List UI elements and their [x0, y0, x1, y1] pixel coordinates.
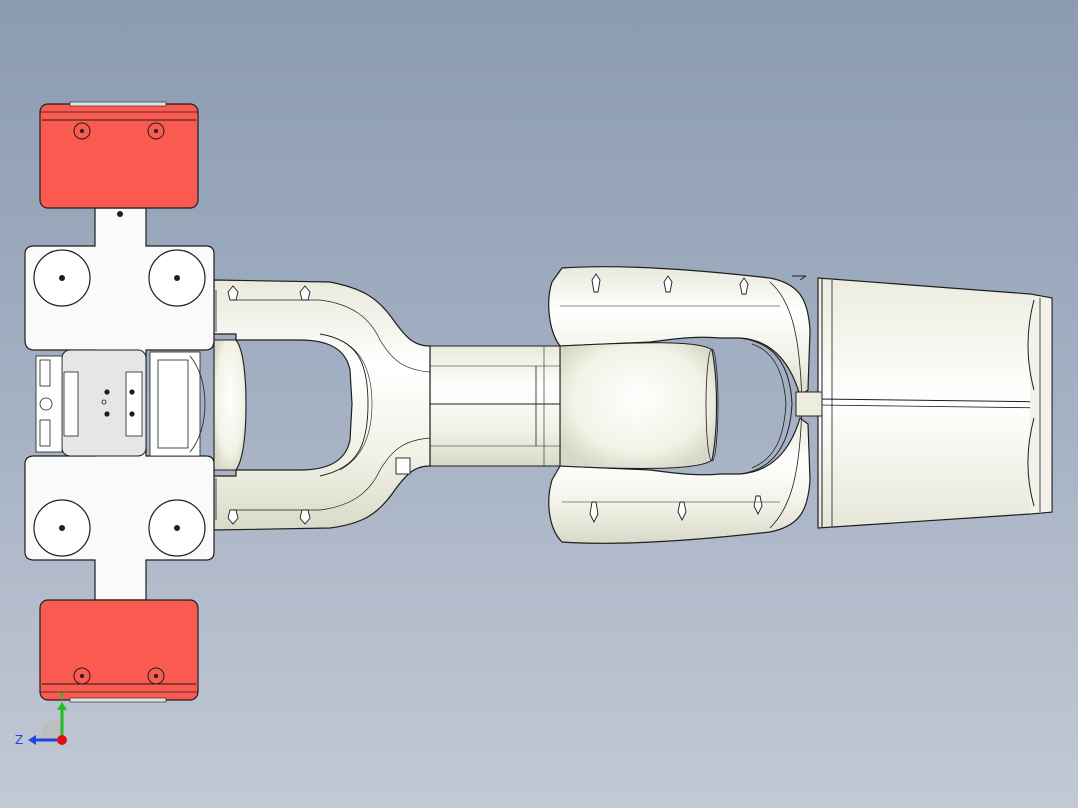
joint2-cylinder [559, 342, 719, 470]
robot-base [817, 277, 1053, 529]
z-axis-label: Z [15, 733, 23, 747]
y-axis-label: Y [57, 689, 66, 703]
upper-arm-link [429, 345, 561, 467]
cad-viewport[interactable]: Y Z [0, 0, 1078, 808]
gripper-jaw-bottom [39, 599, 199, 703]
gripper-plate [24, 207, 215, 601]
axis-triad: Y Z [15, 689, 67, 747]
gripper-jaw-top [39, 101, 199, 209]
joint3-cylinder [213, 339, 247, 471]
robot-arm-model[interactable]: Y Z [0, 0, 1078, 808]
